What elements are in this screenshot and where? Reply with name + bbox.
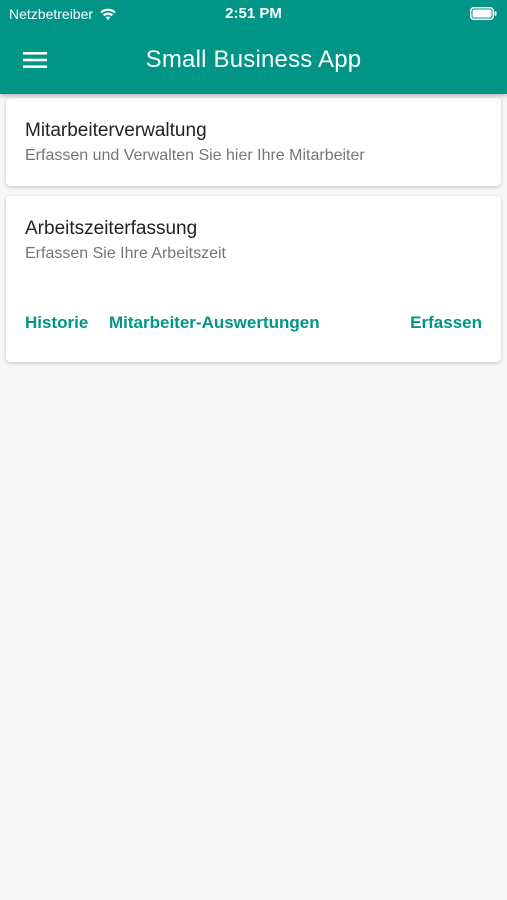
- app-bar: Small Business App: [0, 28, 507, 94]
- battery-icon: [470, 7, 497, 20]
- employee-evaluations-button[interactable]: Mitarbeiter-Auswertungen: [109, 313, 320, 333]
- record-button[interactable]: Erfassen: [410, 313, 482, 333]
- status-time: 2:51 PM: [225, 5, 282, 22]
- card-time-tracking: Arbeitszeiterfassung Erfassen Sie Ihre A…: [6, 196, 501, 362]
- card-title: Arbeitszeiterfassung: [25, 218, 198, 239]
- card-subtitle: Erfassen Sie Ihre Arbeitszeit: [25, 245, 226, 262]
- app-header: Netzbetreiber 2:51 PM Small Business App: [0, 0, 507, 94]
- card-subtitle: Erfassen und Verwalten Sie hier Ihre Mit…: [25, 147, 365, 164]
- app-title: Small Business App: [145, 46, 362, 73]
- status-bar: Netzbetreiber 2:51 PM: [0, 0, 507, 28]
- card-employee-management[interactable]: Mitarbeiterverwaltung Erfassen und Verwa…: [6, 98, 501, 186]
- history-button[interactable]: Historie: [25, 313, 88, 333]
- card-title: Mitarbeiterverwaltung: [25, 120, 207, 141]
